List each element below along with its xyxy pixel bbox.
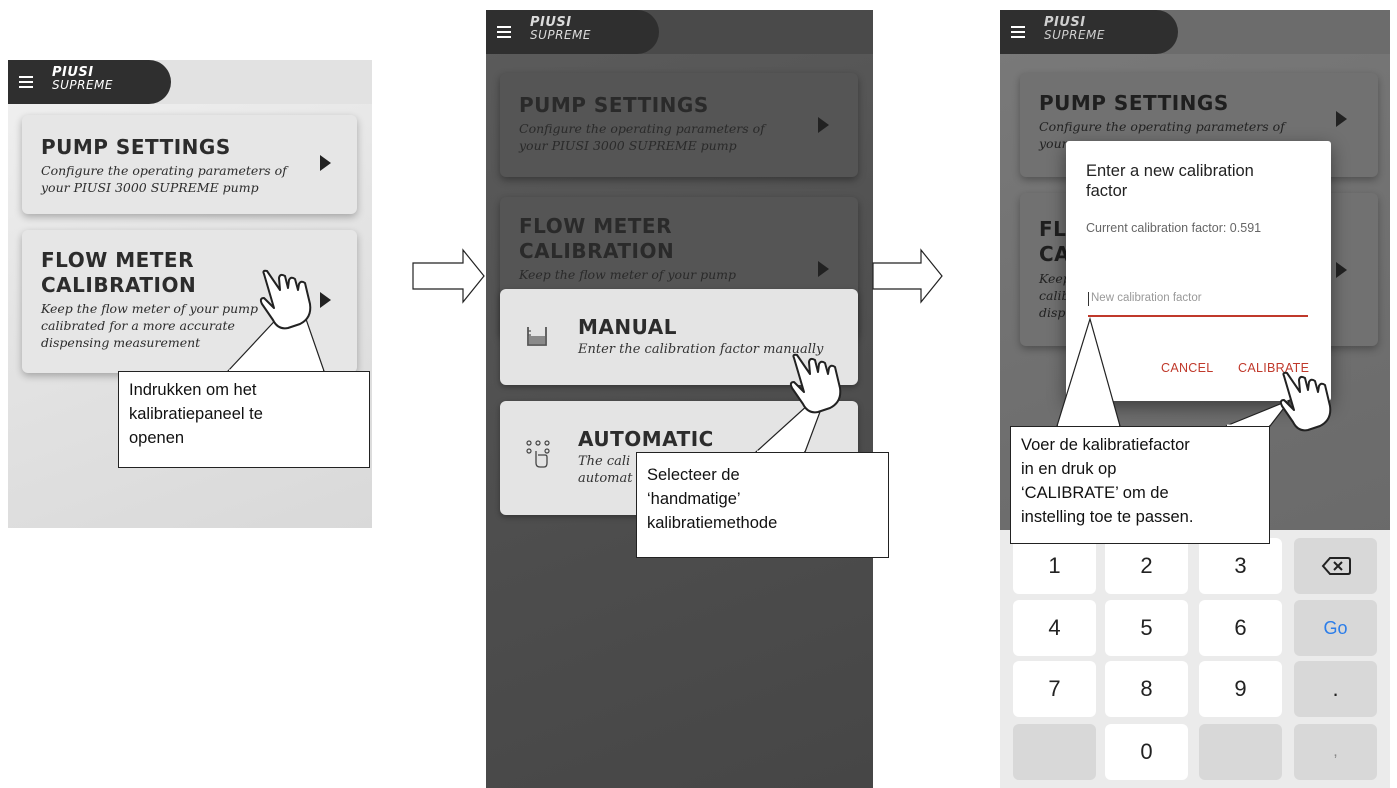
callout-tail-3a	[1056, 316, 1121, 427]
callout-3-line-2: in en druk op	[1021, 460, 1117, 478]
arrow-right-icon	[412, 248, 485, 304]
callout-select-manual: Selecteer de ‘handmatige’ kalibratiemeth…	[636, 452, 889, 558]
callout-2-line-3: kalibratiemethode	[647, 514, 778, 532]
hand-pointer-icon	[259, 269, 312, 330]
hand-pointer-icon	[789, 353, 842, 414]
callout-3-line-1: Voer de kalibratiefactor	[1021, 436, 1190, 454]
callout-1-line-2: kalibratiepaneel te	[129, 405, 263, 423]
callout-3-line-3: ‘CALIBRATE’ om de	[1021, 484, 1169, 502]
callout-1-line-1: Indrukken om het	[129, 381, 257, 399]
callout-3-line-4: instelling toe te passen.	[1021, 508, 1194, 526]
callout-1-line-3: openen	[129, 429, 185, 447]
callout-2-line-1: Selecteer de	[647, 466, 740, 484]
arrow-right-icon	[872, 248, 943, 304]
callout-open-calibration: Indrukken om het kalibratiepaneel te ope…	[118, 371, 370, 468]
callout-2-line-2: ‘handmatige’	[647, 490, 741, 508]
callout-enter-factor: Voer de kalibratiefactor in en druk op ‘…	[1010, 426, 1270, 544]
